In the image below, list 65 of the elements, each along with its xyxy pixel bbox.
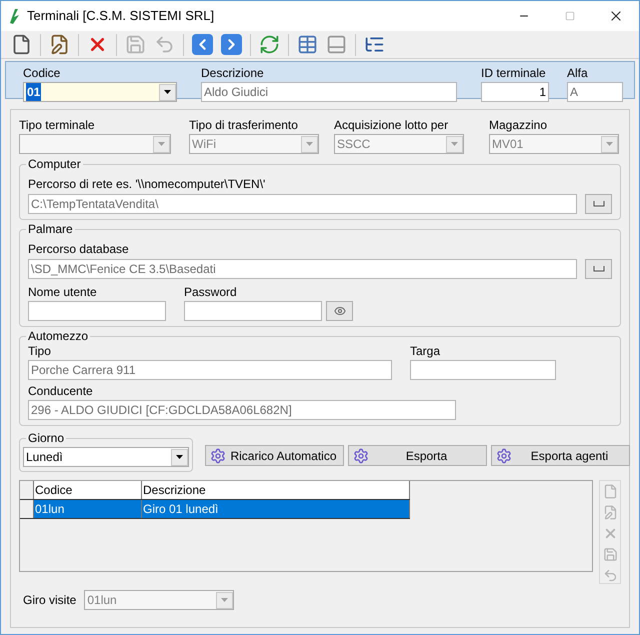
database-field[interactable]: \SD_MMC\Fenice CE 3.5\Basedati — [28, 259, 578, 279]
field-label: Codice — [23, 65, 62, 82]
form-icon[interactable] — [326, 34, 347, 55]
field-label: Tipo di trasferimento — [189, 117, 299, 134]
field-label: Targa — [410, 343, 442, 360]
username-field[interactable] — [28, 301, 166, 321]
combo-value: 01lun — [87, 592, 117, 609]
edit-document-icon[interactable] — [49, 34, 70, 55]
action-button[interactable]: Ricarico Automatico — [205, 445, 344, 466]
field-label: Giro visite — [23, 592, 76, 609]
next-icon[interactable] — [221, 34, 242, 55]
targa-field[interactable] — [410, 360, 556, 380]
path-field[interactable]: C:\TempTentataVendita\ — [28, 194, 578, 214]
giorno-combo[interactable]: Lunedì — [23, 447, 189, 467]
group-title: Automezzo — [26, 329, 90, 343]
combo-value: SSCC — [337, 136, 370, 153]
tipo-field[interactable]: Porche Carrera 911 — [28, 360, 392, 380]
browse-button[interactable] — [585, 259, 612, 279]
setting-combo[interactable] — [19, 134, 171, 154]
password-field[interactable] — [184, 301, 322, 321]
field-label: Nome utente — [28, 284, 98, 301]
conducente-field[interactable]: 296 - ALDO GIUDICI [CF:GDCLDA58A06L682N] — [28, 400, 456, 420]
column-header[interactable]: Descrizione — [142, 481, 410, 499]
field-label: Acquisizione lotto per — [334, 117, 450, 134]
descrizione-field[interactable]: Aldo Giudici — [201, 82, 457, 102]
field-label: Alfa — [567, 65, 589, 82]
table-cell: Giro 01 lunedì — [142, 500, 410, 518]
field-label: Magazzino — [489, 117, 548, 134]
combo-value: WiFi — [192, 136, 216, 153]
eye-icon — [334, 305, 346, 317]
action-button[interactable]: Esporta — [348, 445, 487, 466]
field-label: ID terminale — [481, 65, 547, 82]
alfa-field[interactable]: A — [567, 82, 623, 102]
gear-icon — [496, 448, 512, 464]
gear-icon — [353, 448, 369, 464]
table-cell: 01lun — [34, 500, 142, 518]
gear-icon — [210, 448, 226, 464]
field-label: Descrizione — [201, 65, 265, 82]
field-label: Password — [184, 284, 238, 301]
table-row[interactable]: 01lun Giro 01 lunedì — [20, 500, 410, 519]
bracket-icon — [592, 266, 605, 272]
maximize-icon — [565, 11, 575, 21]
browse-button[interactable] — [585, 194, 612, 214]
window-title: Terminali [C.S.M. SISTEMI SRL] — [27, 7, 214, 26]
column-header[interactable]: Codice — [34, 481, 142, 499]
refresh-icon[interactable] — [259, 34, 280, 55]
codice-combo[interactable]: 01 — [23, 82, 177, 102]
group-title: Palmare — [26, 222, 75, 236]
group-title: Giorno — [26, 431, 66, 445]
combo-value: 01 — [26, 83, 42, 101]
combo-value: Lunedì — [26, 449, 63, 466]
group-title: Computer — [26, 157, 83, 171]
combo-value: MV01 — [492, 136, 524, 153]
field-label: Percorso di rete es. '\\nomecomputer\TVEN\' — [28, 177, 266, 191]
id-terminale-field[interactable]: 1 — [481, 82, 549, 102]
field-label: Conducente — [28, 383, 94, 400]
field-label: Percorso database — [28, 242, 129, 256]
field-label: Tipo — [28, 343, 52, 360]
previous-icon[interactable] — [192, 34, 213, 55]
bracket-icon — [592, 201, 605, 207]
new-document-icon[interactable] — [11, 34, 32, 55]
grid-icon[interactable] — [297, 34, 318, 55]
action-button[interactable]: Esporta agenti — [491, 445, 630, 466]
field-label: Tipo terminale — [19, 117, 96, 134]
browse-button[interactable] — [326, 301, 353, 321]
